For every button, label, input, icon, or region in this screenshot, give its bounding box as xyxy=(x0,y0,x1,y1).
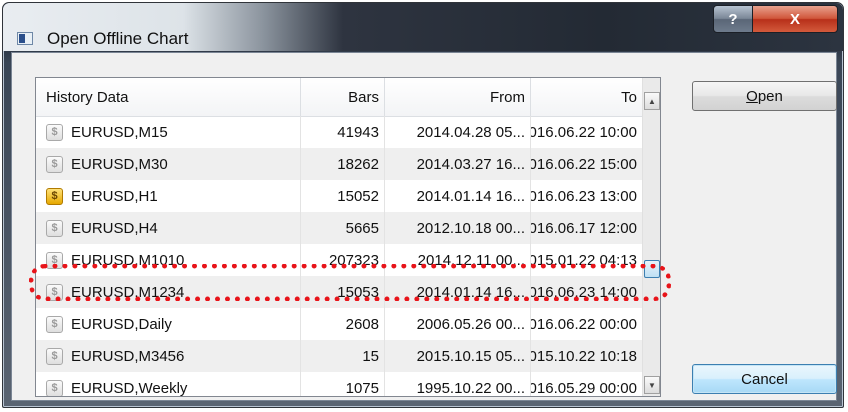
dollar-icon: $ xyxy=(46,315,63,333)
column-header-from[interactable]: From xyxy=(385,78,531,116)
open-button-label: pen xyxy=(757,87,783,105)
cell-to: 2015.10.22 10:18 xyxy=(531,347,637,365)
scrollbar-thumb[interactable] xyxy=(644,260,660,278)
table-row[interactable]: $ EURUSD,M3456 15 2015.10.15 05... 2015.10.2… xyxy=(36,340,642,372)
dollar-gold-icon: $ xyxy=(46,187,63,205)
symbol-name: EURUSD,M1010 xyxy=(71,251,185,269)
cell-bars: 15053 xyxy=(301,276,385,308)
open-button[interactable]: Open xyxy=(692,81,837,111)
cell-history-data: $ EURUSD,M15 xyxy=(36,116,301,148)
help-button[interactable]: ? xyxy=(713,5,753,33)
symbol-name: EURUSD,H4 xyxy=(71,219,158,237)
cell-history-data: $ EURUSD,M3456 xyxy=(36,340,301,372)
symbol-name: EURUSD,M15 xyxy=(71,123,168,141)
symbol-name: EURUSD,M30 xyxy=(71,155,168,173)
cell-from: 2014.03.27 16... xyxy=(385,148,531,180)
cancel-button[interactable]: Cancel xyxy=(692,364,837,394)
cell-bars: 5665 xyxy=(301,212,385,244)
cell-from: 2012.10.18 00... xyxy=(385,212,531,244)
cell-history-data: $ EURUSD,M1010 xyxy=(36,244,301,276)
cell-bars: 18262 xyxy=(301,148,385,180)
cell-from: 2014.04.28 05... xyxy=(385,116,531,148)
column-header-to[interactable]: To xyxy=(531,78,642,116)
table-row[interactable]: $ EURUSD,M30 18262 2014.03.27 16... 2016.06.… xyxy=(36,148,642,180)
table-row[interactable]: $ EURUSD,M1010 207323 2014.12.11 00... 2015.… xyxy=(36,244,642,276)
cell-from: 2014.01.14 16... xyxy=(385,276,531,308)
symbol-name: EURUSD,M1234 xyxy=(71,283,185,301)
table-row[interactable]: $ EURUSD,H4 5665 2012.10.18 00... 2016.06.17… xyxy=(36,212,642,244)
cell-history-data: $ EURUSD,H4 xyxy=(36,212,301,244)
dollar-icon: $ xyxy=(46,379,63,396)
column-header-bars[interactable]: Bars xyxy=(301,78,385,116)
title-bar[interactable]: Open Offline Chart ? X xyxy=(3,3,843,51)
dollar-icon: $ xyxy=(46,155,63,173)
cell-to: 2016.06.23 13:00 xyxy=(531,187,637,205)
scroll-up-arrow-icon[interactable]: ▲ xyxy=(644,92,660,110)
cell-bars: 41943 xyxy=(301,116,385,148)
cell-from: 2015.10.15 05... xyxy=(385,340,531,372)
table-row[interactable]: $ EURUSD,M1234 15053 2014.01.14 16... 2016.0… xyxy=(36,276,642,308)
column-header-history-data[interactable]: History Data xyxy=(36,78,301,116)
cell-from: 2014.12.11 00... xyxy=(385,244,531,276)
open-offline-chart-dialog: Open Offline Chart ? X History Data Bars… xyxy=(2,2,844,408)
cell-bars: 207323 xyxy=(301,244,385,276)
cell-to: 2015.01.22 04:13 xyxy=(531,251,637,269)
cell-to: 2016.06.22 00:00 xyxy=(531,315,637,333)
open-button-mnemonic: O xyxy=(746,87,758,105)
cell-bars: 15 xyxy=(301,340,385,372)
symbol-name: EURUSD,H1 xyxy=(71,187,158,205)
close-button[interactable]: X xyxy=(752,5,838,33)
cell-from: 2006.05.26 00... xyxy=(385,308,531,340)
dollar-icon: $ xyxy=(46,251,63,269)
dollar-icon: $ xyxy=(46,347,63,365)
cell-to: 2016.05.29 00:00 xyxy=(531,379,637,397)
cell-to: 2016.06.22 10:00 xyxy=(531,123,637,141)
window-title: Open Offline Chart xyxy=(47,29,189,48)
dollar-icon: $ xyxy=(46,219,63,237)
cell-from: 2014.01.14 16... xyxy=(385,180,531,212)
cell-to: 2016.06.17 12:00 xyxy=(531,219,637,237)
table-row[interactable]: $ EURUSD,Weekly 1075 1995.10.22 00... 2016.0… xyxy=(36,372,642,397)
table-row[interactable]: $ EURUSD,Daily 2608 2006.05.26 00... 2016.06… xyxy=(36,308,642,340)
cell-history-data: $ EURUSD,M1234 xyxy=(36,276,301,308)
table-row[interactable]: $ EURUSD,M15 41943 2014.04.28 05... 2016.06.… xyxy=(36,116,642,148)
window-icon xyxy=(17,32,33,45)
vertical-scrollbar[interactable]: ▲ ▼ xyxy=(642,78,660,396)
cell-history-data: $ EURUSD,M30 xyxy=(36,148,301,180)
cell-history-data: $ EURUSD,Daily xyxy=(36,308,301,340)
dollar-icon: $ xyxy=(46,283,63,301)
cell-history-data: $ EURUSD,Weekly xyxy=(36,372,301,397)
dialog-client-area: History Data Bars From To $ EURUSD,M15 419… xyxy=(11,52,837,401)
cell-from: 1995.10.22 00... xyxy=(385,372,531,396)
cell-history-data: $ EURUSD,H1 xyxy=(36,180,301,212)
symbol-name: EURUSD,M3456 xyxy=(71,347,185,365)
cell-bars: 2608 xyxy=(301,308,385,340)
history-data-list[interactable]: History Data Bars From To $ EURUSD,M15 419… xyxy=(35,77,661,397)
cell-to: 2016.06.23 14:00 xyxy=(531,283,637,301)
cell-bars: 15052 xyxy=(301,180,385,212)
table-row[interactable]: $ EURUSD,H1 15052 2014.01.14 16... 2016.06.2… xyxy=(36,180,642,212)
symbol-name: EURUSD,Daily xyxy=(71,315,172,333)
list-header: History Data Bars From To xyxy=(36,78,642,117)
cell-bars: 1075 xyxy=(301,372,385,396)
dollar-icon: $ xyxy=(46,123,63,141)
cell-to: 2016.06.22 15:00 xyxy=(531,155,637,173)
symbol-name: EURUSD,Weekly xyxy=(71,379,188,397)
scroll-down-arrow-icon[interactable]: ▼ xyxy=(644,376,660,394)
